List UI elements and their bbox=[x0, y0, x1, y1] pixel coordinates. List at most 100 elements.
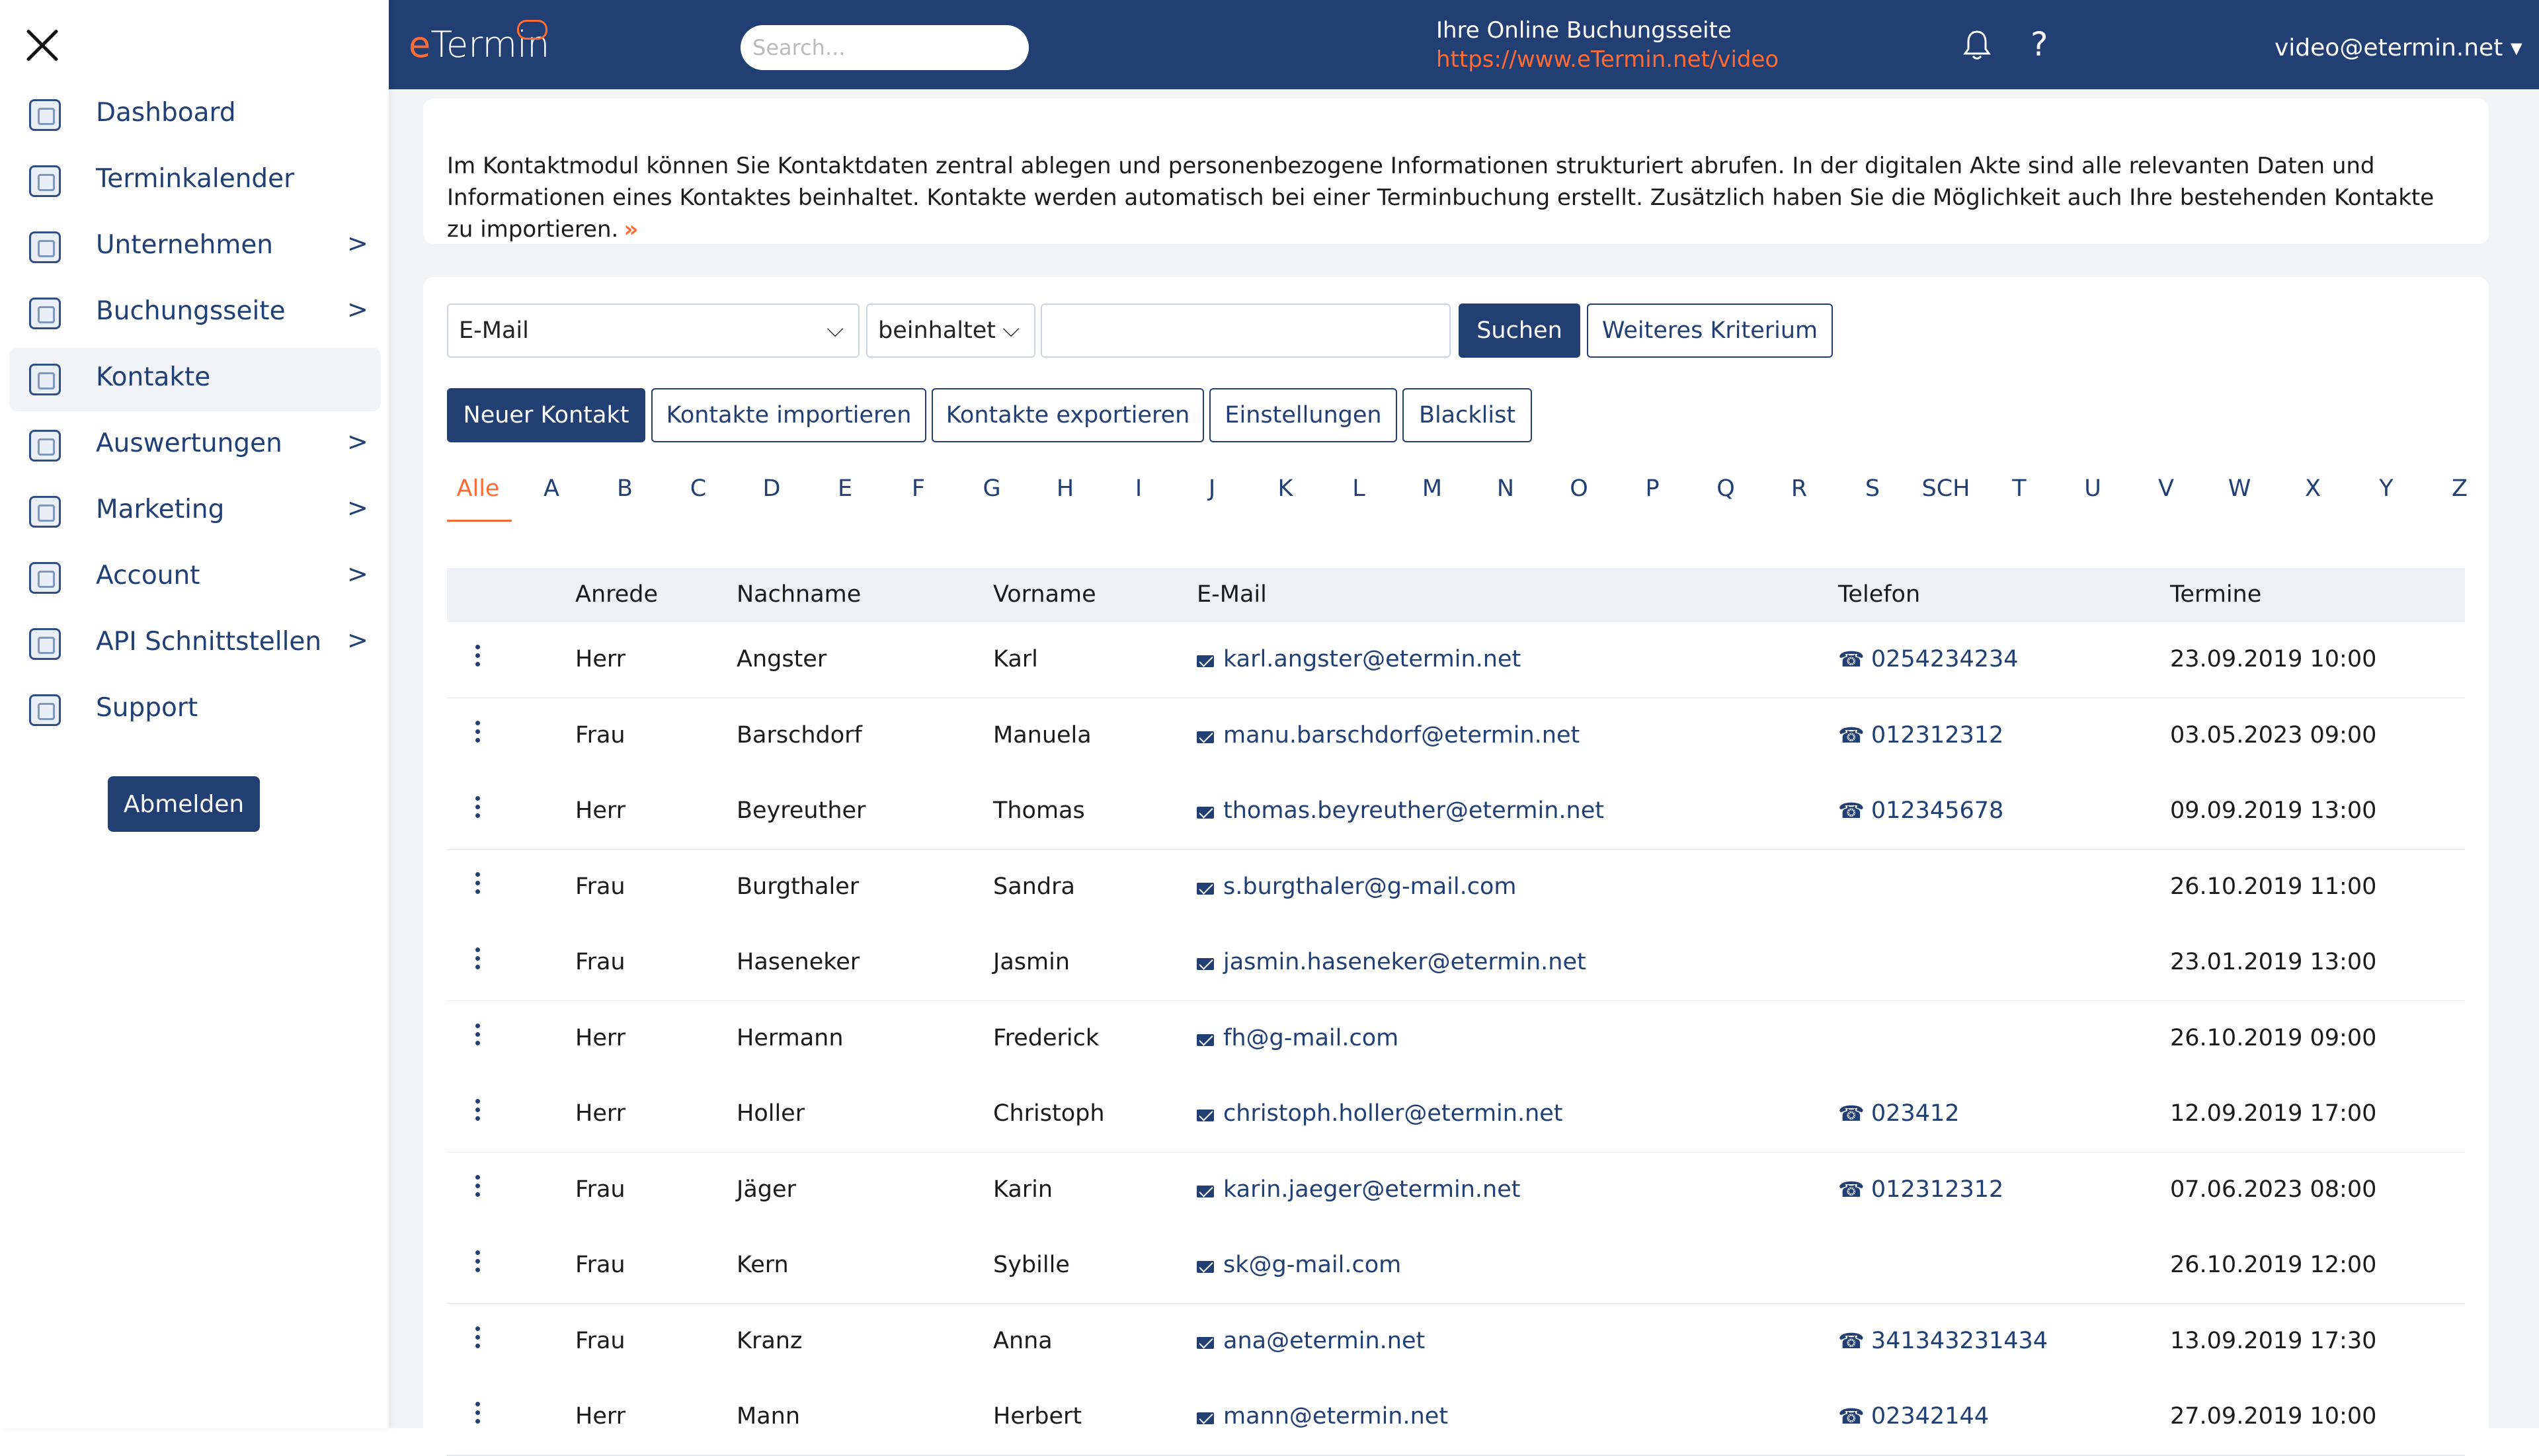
more-options-icon[interactable] bbox=[471, 645, 484, 674]
more-options-icon[interactable] bbox=[471, 948, 484, 977]
alphabet-letter-y[interactable]: Y bbox=[2379, 475, 2393, 502]
alphabet-letter-z[interactable]: Z bbox=[2452, 475, 2468, 502]
expand-icon[interactable]: » bbox=[624, 216, 638, 243]
alphabet-letter-r[interactable]: R bbox=[1791, 475, 1807, 502]
table-row[interactable]: Herr Angster Karl karl.angster@etermin.net ☎… bbox=[447, 622, 2465, 699]
blacklist-button[interactable]: Blacklist bbox=[1402, 388, 1532, 442]
sidebar-item-support[interactable]: Support bbox=[9, 678, 381, 742]
alphabet-letter-t[interactable]: T bbox=[2012, 475, 2026, 502]
table-row[interactable]: Herr Beyreuther Thomas thomas.beyreuther@et… bbox=[447, 774, 2465, 850]
filter-field-select[interactable]: E-Mail ⌵ bbox=[447, 303, 860, 358]
alphabet-letter-i[interactable]: I bbox=[1135, 475, 1142, 502]
email-link[interactable]: fh@g-mail.com bbox=[1197, 1025, 1398, 1051]
alphabet-letter-j[interactable]: J bbox=[1209, 475, 1215, 502]
table-row[interactable]: Frau Barschdorf Manuela manu.barschdorf@ete… bbox=[447, 698, 2465, 775]
alphabet-letter-h[interactable]: H bbox=[1057, 475, 1074, 502]
sidebar-item-unternehmen[interactable]: Unternehmen > bbox=[9, 216, 381, 279]
close-sidebar-icon[interactable] bbox=[25, 28, 60, 62]
more-options-icon[interactable] bbox=[471, 720, 484, 750]
filter-value-input[interactable] bbox=[1041, 303, 1451, 358]
table-row[interactable]: Herr Holler Christoph christoph.holler@eter… bbox=[447, 1076, 2465, 1153]
alphabet-letter-d[interactable]: D bbox=[763, 475, 781, 502]
sidebar-item-kontakte[interactable]: Kontakte bbox=[9, 348, 381, 411]
more-options-icon[interactable] bbox=[471, 1099, 484, 1128]
phone-link[interactable]: ☎ 012312312 bbox=[1838, 1176, 2003, 1203]
alphabet-letter-l[interactable]: L bbox=[1352, 475, 1365, 502]
bell-icon[interactable] bbox=[1962, 29, 1992, 62]
email-link[interactable]: sk@g-mail.com bbox=[1197, 1252, 1401, 1278]
alphabet-letter-u[interactable]: U bbox=[2084, 475, 2101, 502]
more-options-icon[interactable] bbox=[471, 1326, 484, 1355]
alphabet-letter-x[interactable]: X bbox=[2305, 475, 2321, 502]
sidebar-item-auswertungen[interactable]: Auswertungen > bbox=[9, 414, 381, 477]
table-row[interactable]: Frau Kern Sybille sk@g-mail.com 26.10.2019 1… bbox=[447, 1228, 2465, 1305]
email-link[interactable]: manu.barschdorf@etermin.net bbox=[1197, 722, 1580, 748]
email-link[interactable]: karl.angster@etermin.net bbox=[1197, 646, 1521, 672]
more-options-icon[interactable] bbox=[471, 1174, 484, 1204]
more-options-icon[interactable] bbox=[471, 796, 484, 825]
table-row[interactable]: Frau Jäger Karin karin.jaeger@etermin.net ☎ 0… bbox=[447, 1152, 2465, 1229]
alphabet-letter-f[interactable]: F bbox=[912, 475, 925, 502]
more-options-icon[interactable] bbox=[471, 1023, 484, 1053]
export-contacts-button[interactable]: Kontakte exportieren bbox=[932, 388, 1204, 442]
search-input[interactable] bbox=[741, 25, 1029, 70]
import-contacts-button[interactable]: Kontakte importieren bbox=[651, 388, 926, 442]
phone-link[interactable]: ☎ 023412 bbox=[1838, 1100, 1959, 1127]
phone-link[interactable]: ☎ 012312312 bbox=[1838, 722, 2003, 748]
table-row[interactable]: Herr Mann Herbert mann@etermin.net ☎ 02342144… bbox=[447, 1379, 2465, 1456]
email-link[interactable]: karin.jaeger@etermin.net bbox=[1197, 1176, 1521, 1203]
table-row[interactable]: Frau Kranz Anna ana@etermin.net ☎ 34134323143… bbox=[447, 1303, 2465, 1381]
alphabet-letter-a[interactable]: A bbox=[544, 475, 559, 502]
sidebar-item-account[interactable]: Account > bbox=[9, 546, 381, 610]
phone-link[interactable]: ☎ 341343231434 bbox=[1838, 1328, 2048, 1354]
alphabet-letter-p[interactable]: P bbox=[1645, 475, 1659, 502]
search-button[interactable]: Suchen bbox=[1459, 303, 1580, 358]
alphabet-letter-alle[interactable]: Alle bbox=[457, 475, 500, 502]
alphabet-letter-sch[interactable]: SCH bbox=[1922, 475, 1970, 502]
new-contact-button[interactable]: Neuer Kontakt bbox=[447, 388, 645, 442]
alphabet-letter-w[interactable]: W bbox=[2228, 475, 2251, 502]
add-criterion-button[interactable]: Weiteres Kriterium bbox=[1587, 303, 1833, 358]
table-row[interactable]: Frau Burgthaler Sandra s.burgthaler@g-mail.… bbox=[447, 849, 2465, 926]
settings-button[interactable]: Einstellungen bbox=[1209, 388, 1397, 442]
alphabet-letter-s[interactable]: S bbox=[1865, 475, 1880, 502]
alphabet-letter-g[interactable]: G bbox=[983, 475, 1000, 502]
table-row[interactable]: Frau Haseneker Jasmin jasmin.haseneker@eter… bbox=[447, 925, 2465, 1002]
header-appointments[interactable]: Termine bbox=[2170, 581, 2261, 608]
help-icon[interactable]: ? bbox=[2031, 25, 2048, 63]
table-row[interactable]: Herr Hermann Frederick fh@g-mail.com 26.10.2… bbox=[447, 1000, 2465, 1078]
alphabet-letter-v[interactable]: V bbox=[2158, 475, 2174, 502]
more-options-icon[interactable] bbox=[471, 871, 484, 901]
alphabet-letter-m[interactable]: M bbox=[1422, 475, 1442, 502]
header-phone[interactable]: Telefon bbox=[1838, 581, 1920, 608]
sidebar-item-buchungsseite[interactable]: Buchungsseite > bbox=[9, 282, 381, 345]
header-salutation[interactable]: Anrede bbox=[575, 581, 658, 608]
alphabet-letter-o[interactable]: O bbox=[1570, 475, 1588, 502]
more-options-icon[interactable] bbox=[471, 1402, 484, 1431]
alphabet-letter-e[interactable]: E bbox=[838, 475, 852, 502]
email-link[interactable]: mann@etermin.net bbox=[1197, 1403, 1448, 1430]
phone-link[interactable]: ☎ 0254234234 bbox=[1838, 646, 2019, 672]
alphabet-letter-k[interactable]: K bbox=[1278, 475, 1293, 502]
filter-operator-select[interactable]: beinhaltet ⌵ bbox=[866, 303, 1035, 358]
email-link[interactable]: christoph.holler@etermin.net bbox=[1197, 1100, 1563, 1127]
sidebar-item-terminkalender[interactable]: Terminkalender bbox=[9, 149, 381, 213]
alphabet-letter-c[interactable]: C bbox=[690, 475, 706, 502]
logout-button[interactable]: Abmelden bbox=[108, 776, 260, 832]
sidebar-item-api-schnittstellen[interactable]: API Schnittstellen > bbox=[9, 612, 381, 676]
header-email[interactable]: E-Mail bbox=[1197, 581, 1267, 608]
email-link[interactable]: ana@etermin.net bbox=[1197, 1328, 1425, 1354]
sidebar-item-dashboard[interactable]: Dashboard bbox=[9, 83, 381, 147]
phone-link[interactable]: ☎ 02342144 bbox=[1838, 1403, 1989, 1430]
alphabet-letter-b[interactable]: B bbox=[617, 475, 633, 502]
booking-page-link[interactable]: https://www.eTermin.net/video bbox=[1436, 46, 1779, 73]
email-link[interactable]: s.burgthaler@g-mail.com bbox=[1197, 873, 1516, 900]
alphabet-letter-n[interactable]: N bbox=[1497, 475, 1514, 502]
user-menu[interactable]: video@etermin.net ▾ bbox=[2275, 34, 2522, 61]
header-last-name[interactable]: Nachname bbox=[737, 581, 861, 608]
alphabet-letter-q[interactable]: Q bbox=[1716, 475, 1735, 502]
sidebar-item-marketing[interactable]: Marketing > bbox=[9, 480, 381, 544]
email-link[interactable]: jasmin.haseneker@etermin.net bbox=[1197, 949, 1586, 975]
phone-link[interactable]: ☎ 012345678 bbox=[1838, 797, 2003, 824]
more-options-icon[interactable] bbox=[471, 1250, 484, 1279]
